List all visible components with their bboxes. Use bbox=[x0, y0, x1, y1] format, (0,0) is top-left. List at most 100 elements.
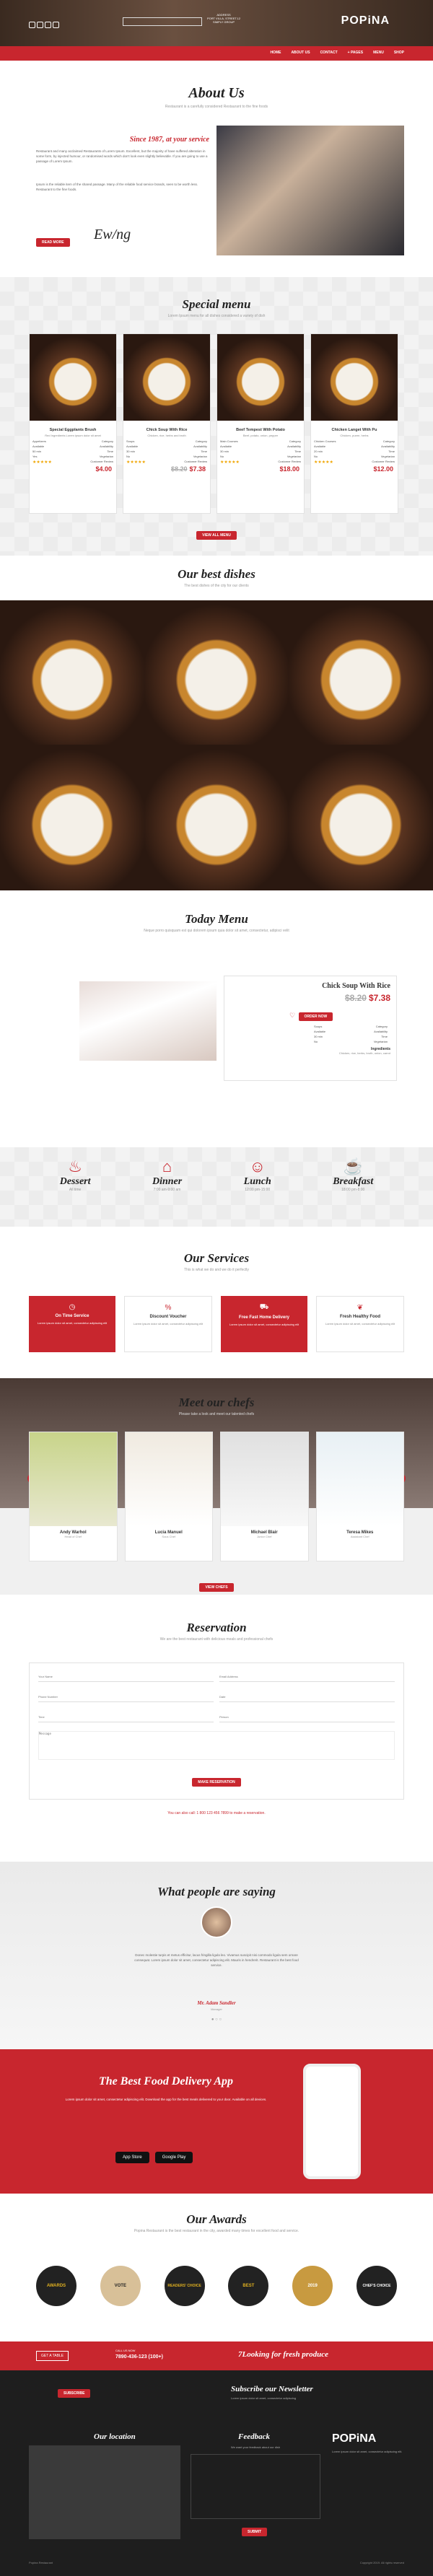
twitter-icon[interactable] bbox=[37, 22, 43, 28]
person-field[interactable] bbox=[219, 1712, 395, 1722]
call-phone: 7890-436-123 (100+) bbox=[115, 2354, 163, 2360]
dish-photo[interactable] bbox=[144, 600, 289, 745]
chef-photo bbox=[316, 1432, 403, 1526]
social-icons bbox=[29, 19, 61, 32]
dish-photo[interactable] bbox=[0, 745, 144, 890]
phone-field[interactable] bbox=[38, 1692, 214, 1702]
menu-card-2[interactable]: Chick Soup With Rice Chicken, rice, herb… bbox=[123, 333, 211, 514]
chefs-section: Meet our chefs Please take a look and me… bbox=[0, 1378, 433, 1595]
award-badge: 2019 bbox=[292, 2266, 333, 2306]
special-menu-title: Special menu bbox=[182, 297, 251, 311]
app-section: The Best Food Delivery App Lorem ipsum d… bbox=[0, 2049, 433, 2194]
chef-card-4[interactable]: Teresa Mikes Assistant Chef bbox=[315, 1432, 404, 1561]
menu-row: Available Availability bbox=[126, 444, 207, 448]
menu-row: Available Availability bbox=[314, 1030, 388, 1033]
feedback-input[interactable] bbox=[191, 2454, 320, 2519]
menu-row: Available Availability bbox=[220, 444, 301, 448]
heart-icon[interactable]: ♡ bbox=[289, 1012, 295, 1019]
app-store-button[interactable]: App Store bbox=[115, 2152, 149, 2163]
menu-card-3[interactable]: Beef Tempest With Potato Beef, potato, o… bbox=[216, 333, 305, 514]
awards-section: Our Awards Popina Restaurant is the best… bbox=[0, 2194, 433, 2341]
reservation-form: MAKE RESERVATION bbox=[29, 1662, 404, 1800]
menu-row: Soups Category bbox=[126, 439, 207, 443]
message-field[interactable] bbox=[38, 1731, 395, 1760]
subscribe-button[interactable]: SUBSCRIBE bbox=[58, 2389, 91, 2398]
dish-photo[interactable] bbox=[0, 600, 144, 745]
email-field[interactable] bbox=[219, 1672, 395, 1682]
submit-button[interactable]: SUBMIT bbox=[242, 2528, 268, 2536]
menu-row: No Vegetarian bbox=[314, 1040, 388, 1043]
chef-card-3[interactable]: Michael Blair Junior Chef bbox=[220, 1432, 309, 1561]
reservation-section: Reservation We are the best restaurant w… bbox=[0, 1595, 433, 1862]
menu-rating: ★★★★★ Customer Review bbox=[220, 460, 301, 465]
menu-card-image bbox=[311, 334, 398, 421]
nav-contact[interactable]: CONTACT bbox=[320, 51, 338, 61]
about-subtitle: Restaurant is a carefully considered Res… bbox=[165, 105, 268, 109]
menu-card-desc: Red Ingredients Lorem ipsum dolor sit am… bbox=[45, 434, 101, 437]
time-field[interactable] bbox=[38, 1712, 214, 1722]
map[interactable] bbox=[29, 2445, 180, 2539]
truck-icon: ⛟ bbox=[259, 1303, 269, 1311]
header-search[interactable] bbox=[123, 17, 202, 26]
about-text-2: Ipsum is the reliable item of the shared… bbox=[36, 183, 198, 191]
coffee-icon: ☕ bbox=[343, 1157, 363, 1175]
signature: Ew/ng bbox=[94, 227, 131, 242]
date-field[interactable] bbox=[219, 1692, 395, 1702]
nav-home[interactable]: HOME bbox=[270, 51, 281, 61]
menu-rating: ★★★★★ Customer Review bbox=[32, 460, 113, 465]
reservation-subtitle: We are the best restaurant with deliciou… bbox=[159, 1637, 274, 1642]
best-dishes-section: Our best dishes The best dishes of the c… bbox=[0, 556, 433, 895]
nav-shop[interactable]: SHOP bbox=[394, 51, 404, 61]
menu-row: No Vegetarian bbox=[126, 455, 207, 458]
youtube-icon[interactable] bbox=[45, 22, 51, 28]
stars-icon: ★★★★★ bbox=[126, 460, 146, 465]
view-all-menu-button[interactable]: VIEW ALL MENU bbox=[196, 531, 237, 540]
menu-card-desc: Chicken, rice, herbs and broth bbox=[147, 434, 186, 437]
nav-pages[interactable]: + PAGES bbox=[348, 51, 363, 61]
get-table-button[interactable]: GET A TABLE bbox=[36, 2351, 69, 2361]
service-card-1[interactable]: ◷ On Time Service Lorem ipsum dolor sit am… bbox=[29, 1296, 115, 1352]
testimonial-role: Manager bbox=[211, 2007, 222, 2011]
menu-card-image bbox=[217, 334, 304, 421]
view-chefs-button[interactable]: VIEW CHEFS bbox=[199, 1583, 234, 1592]
stars-icon: ★★★★★ bbox=[314, 460, 333, 465]
dish-photo[interactable] bbox=[289, 600, 433, 745]
meal-times-section: ♨ Dessert All time ⌂ Dinner 7:00 am-9:00 am … bbox=[0, 1147, 433, 1227]
stars-icon: ★★★★★ bbox=[32, 460, 52, 465]
footer-logo[interactable]: POPiNA bbox=[332, 2432, 376, 2445]
award-badge: BEST bbox=[228, 2266, 269, 2306]
dish-gallery bbox=[0, 600, 433, 890]
google-play-button[interactable]: Google Play bbox=[154, 2152, 193, 2163]
order-now-button[interactable]: ORDER NOW bbox=[298, 1012, 333, 1021]
menu-card-1[interactable]: Special Eggplants Brush Red Ingredients … bbox=[29, 333, 117, 514]
chef-card-2[interactable]: Lucia Manuel Sous Chef bbox=[124, 1432, 213, 1561]
newsletter-sub: Lorem ipsum dolor sit amet, consectetur … bbox=[231, 2396, 297, 2400]
special-menu-section: Special menu Lorem Ipsum menu for all di… bbox=[0, 277, 433, 556]
today-old-price: $8.20 bbox=[344, 993, 367, 1003]
dish-photo[interactable] bbox=[289, 745, 433, 890]
name-field[interactable] bbox=[38, 1672, 214, 1682]
menu-row: 20 min Time bbox=[314, 450, 395, 453]
nav-menu[interactable]: MENU bbox=[373, 51, 384, 61]
service-card-3[interactable]: ⛟ Free Fast Home Delivery Lorem ipsum dolo… bbox=[221, 1296, 307, 1352]
service-card-2[interactable]: % Discount Voucher Lorem ipsum dolor sit a… bbox=[124, 1296, 212, 1352]
services-title: Our Services bbox=[183, 1251, 250, 1265]
chef-card-1[interactable]: Andy Warhol Head of Chef bbox=[29, 1432, 118, 1561]
service-card-4[interactable]: ❦ Fresh Healthy Food Lorem ipsum dolor sit… bbox=[316, 1296, 404, 1352]
clock-icon: ◷ bbox=[69, 1303, 76, 1311]
header-logo[interactable]: POPiNA bbox=[341, 14, 390, 27]
cake-icon: ♨ bbox=[68, 1157, 82, 1175]
nav-about[interactable]: ABOUT US bbox=[291, 51, 310, 61]
slider-dots[interactable]: ● ○ ○ bbox=[0, 2018, 433, 2022]
facebook-icon[interactable] bbox=[53, 22, 59, 28]
about-read-more-button[interactable]: READ MORE bbox=[36, 238, 70, 247]
today-menu-title: Today Menu bbox=[185, 912, 248, 926]
make-reservation-button[interactable]: MAKE RESERVATION bbox=[192, 1778, 241, 1787]
dish-photo[interactable] bbox=[144, 745, 289, 890]
today-dish-name: Chick Soup With Rice bbox=[322, 982, 390, 990]
menu-card-4[interactable]: Chicken Langet With Pu Chicken, puree, h… bbox=[310, 333, 398, 514]
instagram-icon[interactable] bbox=[29, 22, 35, 28]
menu-row: 30 min Time bbox=[220, 450, 301, 453]
header-address: ADDRESS PORT VILLA, STREET.12 SIMPLY GRO… bbox=[206, 13, 241, 24]
meal-breakfast: ☕ Breakfast 18:00 pm-8:00 bbox=[333, 1157, 374, 1192]
